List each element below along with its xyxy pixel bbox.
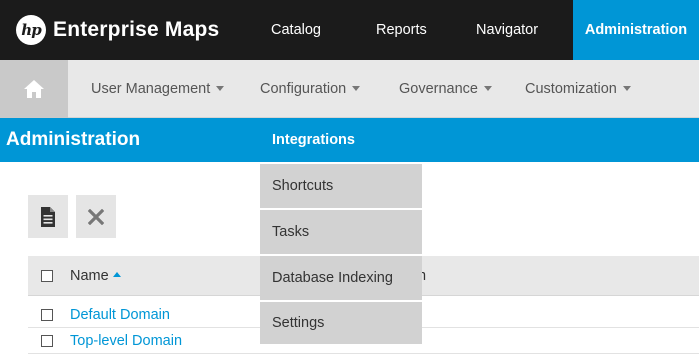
app-logo[interactable]: hp Enterprise Maps — [16, 14, 219, 46]
menu-item-database-indexing[interactable]: Database Indexing — [260, 256, 422, 300]
menu-item-settings[interactable]: Settings — [260, 302, 422, 344]
app-name: Enterprise Maps — [53, 18, 220, 41]
chevron-down-icon — [352, 85, 361, 91]
subnav-customization[interactable]: Customization — [525, 60, 631, 118]
close-icon — [88, 208, 104, 225]
subnav-user-management[interactable]: User Management — [91, 60, 225, 118]
sort-ascending-icon — [112, 271, 121, 277]
subnav-configuration[interactable]: Configuration — [260, 60, 361, 118]
subnav-configuration-label: Configuration — [260, 81, 347, 97]
select-all-checkbox[interactable] — [41, 270, 53, 282]
top-bar: hp Enterprise Maps Catalog Reports Navig… — [0, 0, 699, 60]
delete-button[interactable] — [76, 195, 116, 238]
top-nav-catalog[interactable]: Catalog — [271, 0, 321, 60]
home-icon — [24, 80, 44, 98]
chevron-down-icon — [484, 85, 492, 91]
top-nav-administration[interactable]: Administration — [573, 0, 699, 60]
subnav-governance[interactable]: Governance — [399, 60, 492, 118]
menu-item-shortcuts[interactable]: Shortcuts — [260, 164, 422, 208]
row-name-link[interactable]: Default Domain — [70, 302, 170, 328]
home-button[interactable] — [0, 60, 68, 118]
chevron-down-icon — [216, 85, 225, 91]
row-checkbox[interactable] — [41, 309, 53, 321]
column-header-name[interactable]: Name — [70, 256, 121, 296]
secondary-nav: User Management Configuration Governance… — [0, 60, 699, 118]
row-checkbox[interactable] — [41, 335, 53, 347]
configuration-dropdown-menu: Integrations Shortcuts Tasks Database In… — [260, 118, 422, 344]
new-document-button[interactable] — [28, 195, 68, 238]
top-nav-reports[interactable]: Reports — [376, 0, 427, 60]
subnav-customization-label: Customization — [525, 81, 617, 97]
page-title: Administration — [6, 129, 141, 150]
row-name-link[interactable]: Top-level Domain — [70, 328, 182, 354]
menu-item-tasks[interactable]: Tasks — [260, 210, 422, 254]
document-icon — [41, 206, 55, 227]
subnav-governance-label: Governance — [399, 81, 478, 97]
chevron-down-icon — [622, 85, 631, 91]
hp-logo-icon: hp — [16, 15, 46, 45]
menu-item-integrations[interactable]: Integrations — [260, 118, 422, 162]
column-header-name-label: Name — [70, 268, 109, 284]
top-nav-navigator[interactable]: Navigator — [476, 0, 538, 60]
subnav-user-management-label: User Management — [91, 81, 211, 97]
